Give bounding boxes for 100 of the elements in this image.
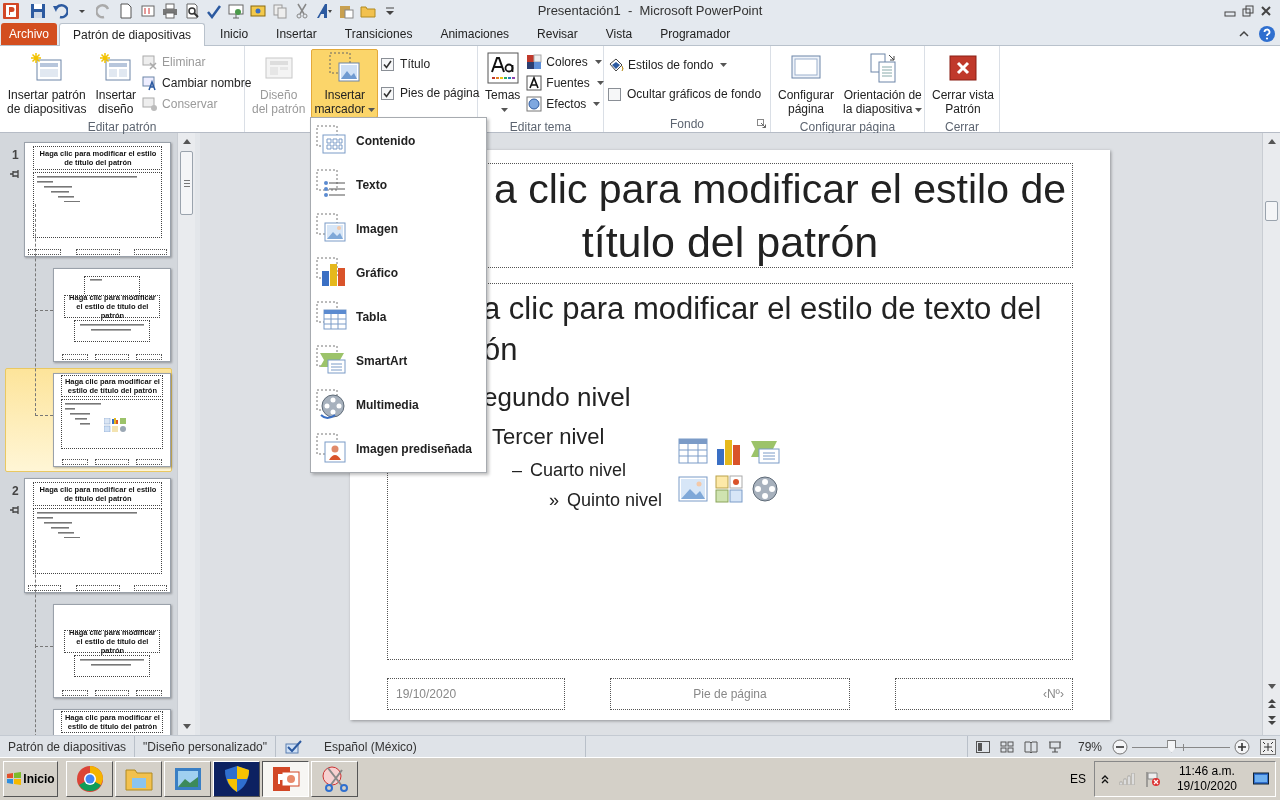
print-icon[interactable] bbox=[162, 3, 178, 19]
ribbon-button[interactable]: Insertar patrón de diapositivas bbox=[4, 49, 90, 118]
save-icon[interactable] bbox=[30, 3, 46, 19]
start-button[interactable]: Inicio bbox=[3, 761, 58, 797]
show-desktop-icon[interactable] bbox=[1253, 772, 1269, 786]
content-placeholder-icon bbox=[316, 125, 348, 157]
status-text[interactable]: "Diseño personalizado" bbox=[143, 737, 267, 756]
normal-view-icon[interactable] bbox=[975, 740, 990, 753]
scroll-thumb[interactable] bbox=[180, 151, 194, 215]
checkbox[interactable] bbox=[381, 86, 395, 100]
ribbon-tab[interactable]: Programador bbox=[647, 22, 744, 45]
group-label: Editar patrón bbox=[87, 118, 157, 136]
slide-sorter-icon[interactable] bbox=[999, 740, 1014, 753]
print-preview-icon[interactable] bbox=[184, 3, 200, 19]
browser-icon bbox=[74, 764, 105, 794]
footer-placeholder bbox=[95, 690, 130, 696]
ribbon-tab[interactable]: Insertar bbox=[263, 22, 330, 45]
language-indicator[interactable]: ES bbox=[1069, 770, 1086, 788]
next-slide-icon[interactable] bbox=[1266, 715, 1277, 727]
ribbon-button[interactable]: Cerrar vista Patrón bbox=[929, 49, 997, 118]
scroll-down-icon[interactable] bbox=[1266, 683, 1277, 691]
clock-date[interactable]: 19/10/2020 bbox=[1176, 779, 1237, 794]
footer-placeholder[interactable]: Pie de página bbox=[610, 678, 850, 710]
clock-time[interactable]: 11:46 a.m. bbox=[1179, 764, 1235, 779]
ribbon-tab[interactable]: Vista bbox=[592, 22, 646, 45]
footer-placeholder bbox=[62, 690, 89, 696]
footer-placeholder bbox=[136, 354, 163, 360]
zoom-level[interactable]: 79% bbox=[1077, 737, 1102, 756]
slide-number: 2 bbox=[11, 483, 19, 500]
paste-icon[interactable] bbox=[338, 3, 354, 19]
smartart-placeholder-icon bbox=[316, 345, 348, 377]
scrollbar[interactable] bbox=[1262, 133, 1280, 735]
scroll-up-icon[interactable] bbox=[181, 137, 192, 145]
picture-icon[interactable] bbox=[250, 3, 266, 19]
checkbox-label[interactable]: Título bbox=[400, 55, 431, 73]
close-icon[interactable] bbox=[1260, 5, 1272, 17]
window-title: Presentación1 - Microsoft PowerPoint bbox=[536, 2, 763, 21]
dialog-launcher-icon[interactable] bbox=[757, 119, 766, 128]
zoom-slider[interactable] bbox=[1132, 739, 1230, 754]
wordart-icon[interactable] bbox=[316, 3, 332, 19]
footer-placeholder bbox=[62, 354, 89, 360]
status-text[interactable]: Español (México) bbox=[310, 737, 577, 756]
insert-media-icon[interactable] bbox=[750, 474, 780, 504]
insert-table-icon[interactable] bbox=[678, 437, 708, 467]
app-logo-icon[interactable] bbox=[2, 2, 20, 20]
pin-icon bbox=[10, 506, 21, 514]
ribbon-tab[interactable]: Revisar bbox=[524, 22, 591, 45]
zoom-out-icon[interactable] bbox=[1112, 738, 1128, 755]
slider-thumb[interactable] bbox=[1167, 739, 1177, 753]
reading-view-icon[interactable] bbox=[1023, 740, 1038, 753]
ribbon-button[interactable]: Cambiar nombre bbox=[142, 73, 252, 92]
spelling-icon[interactable] bbox=[206, 3, 222, 19]
group-label: Cerrar bbox=[945, 118, 979, 136]
zoom-in-icon[interactable] bbox=[1234, 738, 1250, 755]
scroll-thumb[interactable] bbox=[1265, 201, 1278, 221]
flag-error-icon[interactable] bbox=[1144, 771, 1161, 787]
date-placeholder[interactable]: 19/10/2020 bbox=[387, 678, 565, 710]
slide-number-placeholder[interactable]: ‹Nº› bbox=[895, 678, 1073, 710]
footer-placeholder bbox=[134, 249, 168, 255]
slideshow-icon[interactable] bbox=[1047, 740, 1062, 753]
insert-clipart-icon[interactable] bbox=[714, 474, 744, 504]
ribbon-tab[interactable]: Archivo bbox=[1, 23, 57, 45]
checkbox[interactable] bbox=[608, 87, 621, 101]
ribbon-button[interactable]: Efectos bbox=[526, 94, 604, 113]
scroll-up-icon[interactable] bbox=[1266, 137, 1277, 145]
checkbox[interactable] bbox=[381, 57, 395, 71]
slideshow-icon[interactable] bbox=[228, 3, 244, 19]
ribbon-tab[interactable]: Inicio bbox=[207, 22, 262, 45]
ribbon-tab[interactable]: Animaciones bbox=[427, 22, 523, 45]
group-label: Configurar página bbox=[799, 118, 896, 136]
new-document-icon[interactable] bbox=[118, 3, 134, 19]
ribbon-button[interactable]: Insertar marcador bbox=[311, 49, 379, 118]
menu-item[interactable]: Contenido bbox=[311, 119, 486, 163]
checkbox-label[interactable]: Ocultar gráficos de fondo bbox=[627, 85, 762, 103]
restore-icon[interactable] bbox=[1242, 5, 1254, 17]
chart-placeholder-icon bbox=[316, 257, 348, 289]
scissors-icon[interactable] bbox=[294, 3, 310, 19]
ribbon-button[interactable]: Insertar diseño bbox=[92, 49, 140, 118]
spell-check-icon[interactable] bbox=[284, 739, 302, 754]
fit-to-window-icon[interactable] bbox=[1260, 738, 1276, 755]
scrollbar[interactable] bbox=[177, 133, 195, 735]
ribbon-button[interactable]: Fuentes bbox=[526, 73, 604, 92]
ribbon-button[interactable]: Temas bbox=[482, 49, 524, 118]
scroll-down-icon[interactable] bbox=[181, 723, 192, 731]
ribbon-tab[interactable]: Transiciones bbox=[331, 22, 426, 45]
media-placeholder-icon bbox=[316, 389, 348, 421]
caret-icon bbox=[500, 107, 508, 112]
slide-number: 1 bbox=[11, 147, 19, 164]
ribbon-button[interactable]: Colores bbox=[526, 52, 604, 71]
ribbon-button[interactable]: Configurar página bbox=[775, 49, 838, 118]
show-hidden-icons-icon[interactable] bbox=[1100, 774, 1109, 784]
undo-icon[interactable] bbox=[52, 3, 68, 19]
taskbar-button[interactable] bbox=[262, 761, 309, 797]
previous-slide-icon[interactable] bbox=[1266, 697, 1277, 709]
ribbon-button[interactable]: Orientación de la diapositiva bbox=[840, 49, 926, 118]
checkbox-label[interactable]: Pies de página bbox=[400, 84, 480, 102]
check-icon bbox=[383, 59, 393, 69]
ribbon-tab[interactable]: Patrón de diapositivas bbox=[59, 23, 206, 46]
ribbon-button[interactable]: Estilos de fondo bbox=[608, 55, 762, 74]
help-icon[interactable] bbox=[1258, 24, 1276, 43]
